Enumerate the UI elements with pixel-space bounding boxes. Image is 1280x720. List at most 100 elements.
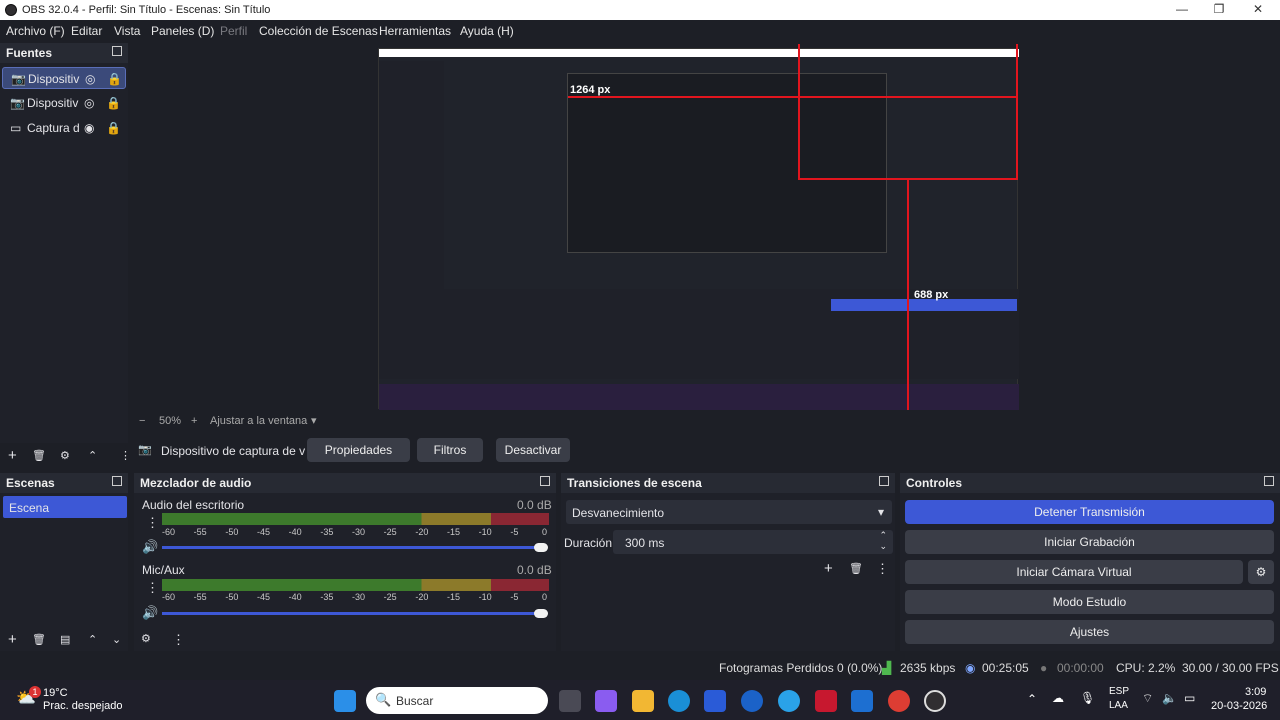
scene-item[interactable]: Escena: [3, 496, 127, 518]
zoom-out-button[interactable]: −: [139, 415, 145, 427]
trash-icon[interactable]: 🗑: [32, 633, 46, 646]
source-item[interactable]: 📷 Dispositiv ◎ 🔒: [2, 67, 126, 89]
lang-1[interactable]: ESP: [1109, 686, 1129, 697]
sources-header: Fuentes: [0, 43, 128, 63]
speaker-icon[interactable]: 🔊: [142, 605, 158, 621]
gear-icon[interactable]: ⚙: [60, 449, 70, 462]
menu-perfil[interactable]: Perfil: [220, 24, 247, 38]
stop-stream-button[interactable]: Detener Transmisión: [905, 500, 1274, 524]
title-bar: OBS 32.0.4 - Perfil: Sin Título - Escena…: [0, 0, 1280, 20]
meter-tick-label: -40: [288, 527, 302, 537]
virtual-camera-button[interactable]: Iniciar Cámara Virtual: [905, 560, 1243, 584]
menu-ayuda[interactable]: Ayuda (H): [460, 24, 514, 38]
duration-field[interactable]: 300 ms ⌃ ⌄: [613, 530, 893, 554]
fit-window-select[interactable]: Ajustar a la ventana: [210, 415, 307, 427]
transition-select[interactable]: Desvanecimiento ▾: [566, 500, 892, 524]
mcafee-icon[interactable]: [815, 690, 837, 712]
add-transition-icon[interactable]: +: [824, 560, 833, 577]
clock-time[interactable]: 3:09: [1245, 686, 1266, 698]
hp-icon[interactable]: [741, 690, 763, 712]
mail-icon[interactable]: [851, 690, 873, 712]
settings-button[interactable]: Ajustes: [905, 620, 1274, 644]
properties-button[interactable]: Propiedades: [307, 438, 410, 462]
eye-hidden-icon[interactable]: ◎: [84, 96, 94, 110]
chrome-icon[interactable]: [888, 690, 910, 712]
undock-icon[interactable]: [540, 476, 550, 486]
duration-label: Duración: [564, 536, 613, 550]
clock-date[interactable]: 20-03-2026: [1211, 700, 1267, 712]
add-source-icon[interactable]: +: [8, 447, 17, 464]
undock-icon[interactable]: [112, 476, 122, 486]
weather-temp: 19°C: [43, 687, 68, 699]
more-icon[interactable]: ⋮: [172, 632, 185, 648]
microphone-icon[interactable]: 🎙: [1080, 691, 1095, 705]
source-item[interactable]: ▭ Captura d ◉ 🔒: [2, 117, 126, 139]
lang-2[interactable]: LAA: [1109, 700, 1128, 711]
volume-slider[interactable]: [162, 546, 542, 549]
zoom-in-button[interactable]: +: [191, 415, 197, 427]
obs-icon[interactable]: [924, 690, 946, 712]
add-scene-icon[interactable]: +: [8, 631, 17, 648]
copilot-icon[interactable]: [595, 690, 617, 712]
studio-mode-button[interactable]: Modo Estudio: [905, 590, 1274, 614]
task-view-icon[interactable]: [559, 690, 581, 712]
more-icon[interactable]: ⋮: [876, 561, 889, 577]
dropped-frames: Fotogramas Perdidos 0 (0.0%): [719, 661, 883, 675]
stepper-up-icon[interactable]: ⌃: [879, 530, 887, 541]
more-icon[interactable]: ⋮: [146, 515, 159, 531]
virtual-camera-label: Iniciar Cámara Virtual: [1016, 565, 1132, 579]
volume-knob[interactable]: [534, 609, 548, 618]
edge-icon[interactable]: [668, 690, 690, 712]
lock-icon[interactable]: 🔒: [107, 72, 122, 86]
menu-vista[interactable]: Vista: [114, 24, 140, 38]
preview-nested-capture: [378, 48, 1019, 410]
arrow-up-icon[interactable]: ⌃: [88, 449, 97, 462]
trash-icon[interactable]: 🗑: [849, 562, 863, 575]
transition-value: Desvanecimiento: [572, 506, 665, 520]
more-icon[interactable]: ⋮: [146, 580, 159, 596]
filters-button[interactable]: Filtros: [417, 438, 483, 462]
menu-paneles[interactable]: Paneles (D): [151, 24, 214, 38]
eye-hidden-icon[interactable]: ◎: [85, 72, 95, 86]
store-icon[interactable]: [704, 690, 726, 712]
messenger-icon[interactable]: [778, 690, 800, 712]
speaker-icon[interactable]: 🔊: [142, 539, 158, 555]
stepper-down-icon[interactable]: ⌄: [879, 541, 887, 552]
windows-start-icon[interactable]: [334, 690, 356, 712]
undock-icon[interactable]: [1264, 476, 1274, 486]
undock-icon[interactable]: [112, 46, 122, 56]
virtual-camera-settings-button[interactable]: ⚙: [1248, 560, 1274, 584]
arrow-down-icon[interactable]: ⌄: [112, 633, 121, 646]
sources-panel: 📷 Dispositiv ◎ 🔒 📷 Dispositiv ◎ 🔒 ▭ Capt…: [0, 63, 131, 464]
eye-icon[interactable]: ◉: [84, 121, 94, 135]
source-item[interactable]: 📷 Dispositiv ◎ 🔒: [2, 92, 126, 114]
volume-icon[interactable]: 🔈: [1162, 691, 1177, 705]
volume-knob[interactable]: [534, 543, 548, 552]
start-recording-button[interactable]: Iniciar Grabación: [905, 530, 1274, 554]
undock-icon[interactable]: [879, 476, 889, 486]
filter-icon[interactable]: ▤: [60, 633, 70, 646]
deactivate-button[interactable]: Desactivar: [496, 438, 570, 462]
taskbar-search[interactable]: 🔍 Buscar: [366, 687, 548, 714]
close-button[interactable]: ✕: [1250, 2, 1266, 18]
minimize-button[interactable]: —: [1174, 2, 1190, 18]
menu-coleccion[interactable]: Colección de Escenas: [259, 24, 378, 38]
scenes-title: Escenas: [6, 476, 55, 490]
wifi-icon[interactable]: ⌔: [1142, 691, 1153, 706]
lock-icon[interactable]: 🔒: [106, 121, 121, 135]
tray-chevron-icon[interactable]: ⌃: [1027, 692, 1037, 706]
menu-editar[interactable]: Editar: [71, 24, 102, 38]
arrow-up-icon[interactable]: ⌃: [88, 633, 97, 646]
menu-bar: Archivo (F) Editar Vista Paneles (D) Per…: [0, 20, 1280, 42]
file-explorer-icon[interactable]: [632, 690, 654, 712]
lock-icon[interactable]: 🔒: [106, 96, 121, 110]
gear-link-icon[interactable]: ⚙: [141, 632, 151, 645]
battery-icon[interactable]: ▭: [1184, 691, 1195, 705]
cloud-icon[interactable]: ☁: [1052, 691, 1064, 705]
menu-archivo[interactable]: Archivo (F): [6, 24, 65, 38]
volume-slider[interactable]: [162, 612, 542, 615]
maximize-button[interactable]: ❐: [1211, 2, 1227, 18]
menu-herramientas[interactable]: Herramientas: [379, 24, 451, 38]
trash-icon[interactable]: 🗑: [32, 449, 46, 462]
chevron-down-icon[interactable]: ▾: [311, 414, 317, 427]
